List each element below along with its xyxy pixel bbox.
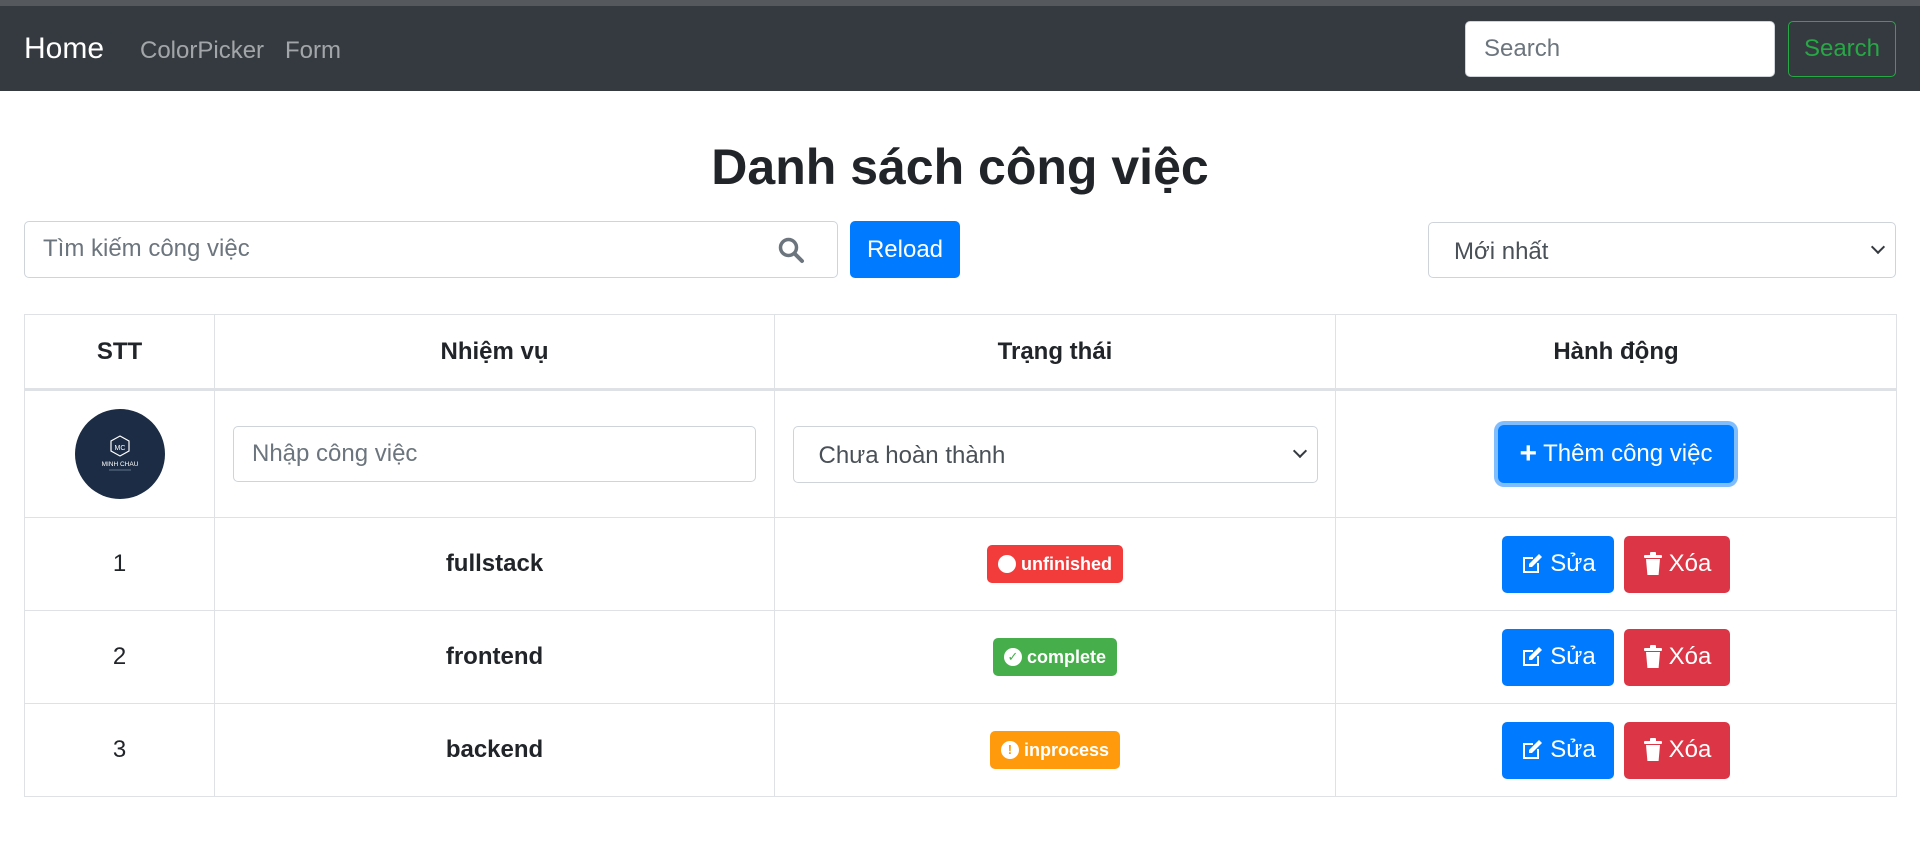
navbar: Home ColorPicker Form Search [0,6,1920,91]
table-row: 3 backend ! inprocess Sửa Xóa [24,703,1897,797]
row-task-name: fullstack [214,517,775,611]
row-task-name: backend [214,703,775,797]
header-action: Hành động [1335,314,1897,391]
edit-icon [1523,554,1543,573]
task-search-input[interactable] [25,222,765,276]
nav-search-input[interactable] [1465,21,1775,77]
delete-label: Xóa [1668,643,1712,670]
edit-label: Sửa [1550,736,1596,763]
trash-icon [1643,738,1662,761]
status-select-cell: Chưa hoàn thành [774,389,1336,518]
table-row: 1 fullstack unfinished Sửa Xóa [24,517,1897,611]
add-task-row: MC MINH CHAU Chưa hoàn thành + Thêm [24,389,1897,518]
add-task-label: Thêm công việc [1543,440,1713,467]
row-status-cell: ✓ complete [774,610,1336,704]
header-task: Nhiệm vụ [214,314,775,391]
nav-form-link[interactable]: Form [285,37,341,65]
svg-text:MC: MC [114,445,125,452]
status-badge-inprocess: ! inprocess [989,731,1121,769]
edit-button[interactable]: Sửa [1502,721,1614,779]
plus-icon: + [1519,437,1538,470]
delete-button[interactable]: Xóa [1624,535,1730,593]
nav-search-button[interactable]: Search [1788,21,1896,77]
reload-button[interactable]: Reload [850,221,960,278]
row-actions: Sửa Xóa [1335,703,1897,797]
task-table: STT Nhiệm vụ Trạng thái Hành động MC MIN… [24,314,1897,797]
task-name-input[interactable] [233,426,756,482]
sort-select[interactable]: Mới nhất [1428,222,1896,278]
delete-label: Xóa [1668,736,1712,763]
task-search-box [24,221,838,278]
minh-chau-logo: MC MINH CHAU [74,409,165,499]
exclamation-circle-icon: ! [1000,741,1019,759]
row-status-cell: ! inprocess [774,703,1336,797]
edit-button[interactable]: Sửa [1502,628,1614,686]
status-select-value: Chưa hoàn thành [818,441,1006,469]
sort-select-value: Mới nhất [1454,238,1549,265]
header-status: Trạng thái [774,314,1336,391]
row-actions: Sửa Xóa [1335,610,1897,704]
edit-label: Sửa [1550,643,1596,670]
check-circle-icon: ✓ [1003,648,1022,666]
trash-icon [1643,552,1662,575]
chevron-down-icon [1870,239,1886,255]
edit-icon [1523,740,1543,759]
delete-button[interactable]: Xóa [1624,721,1730,779]
status-badge-label: inprocess [1023,739,1110,760]
row-actions: Sửa Xóa [1335,517,1897,611]
status-badge-label: complete [1026,646,1107,667]
add-button-cell: + Thêm công việc [1335,389,1897,518]
status-select[interactable]: Chưa hoàn thành [792,425,1318,483]
status-badge-unfinished: unfinished [987,545,1123,583]
nav-colorpicker-link[interactable]: ColorPicker [140,37,264,65]
add-task-button[interactable]: + Thêm công việc [1498,425,1734,483]
dot-icon [998,555,1016,573]
nav-home-link[interactable]: Home [24,32,104,66]
page-title: Danh sách công việc [711,139,1209,195]
edit-icon [1523,647,1543,666]
status-badge-label: unfinished [1021,553,1112,574]
delete-label: Xóa [1668,550,1712,577]
table-row: 2 frontend ✓ complete Sửa Xóa [24,610,1897,704]
status-badge-complete: ✓ complete [992,638,1118,676]
trash-icon [1643,645,1662,668]
delete-button[interactable]: Xóa [1624,628,1730,686]
row-stt: 2 [24,610,215,704]
task-input-cell [214,389,775,518]
row-stt: 1 [24,517,215,611]
svg-text:MINH CHAU: MINH CHAU [101,461,138,468]
row-stt: 3 [24,703,215,797]
row-task-name: frontend [214,610,775,704]
header-stt: STT [24,314,215,391]
logo-cell: MC MINH CHAU [24,389,215,518]
edit-button[interactable]: Sửa [1502,535,1614,593]
table-header-row: STT Nhiệm vụ Trạng thái Hành động [24,314,1897,391]
chevron-down-icon [1292,443,1307,458]
row-status-cell: unfinished [774,517,1336,611]
edit-label: Sửa [1550,550,1596,577]
search-icon[interactable] [777,236,805,264]
